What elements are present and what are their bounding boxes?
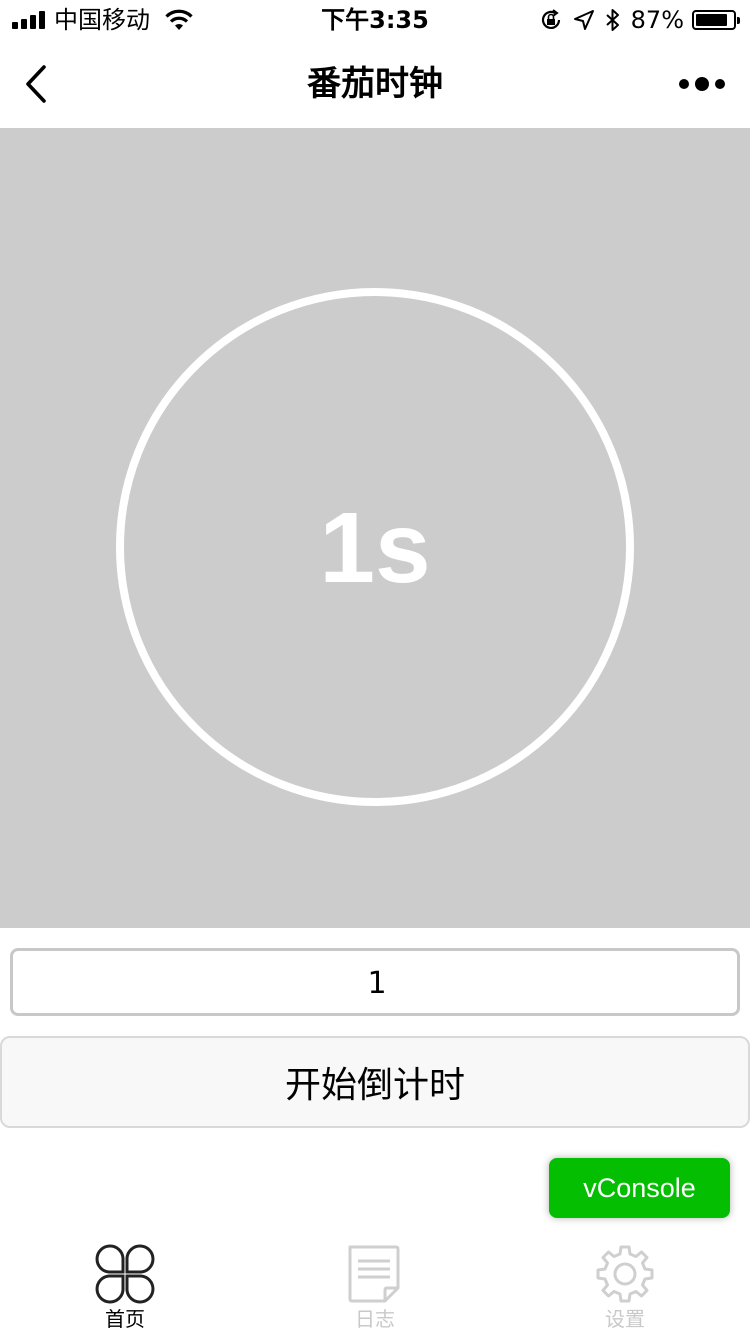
tab-log[interactable]: 日志 [250, 1238, 500, 1334]
page-title: 番茄时钟 [307, 64, 443, 104]
location-icon [573, 10, 594, 30]
status-bar: 中国移动 下午3:35 87% [0, 0, 750, 40]
tab-bar: 首页 日志 设置 [0, 1238, 750, 1334]
seconds-input[interactable] [13, 951, 741, 1015]
start-countdown-button[interactable]: 开始倒计时 [0, 1036, 750, 1128]
bluetooth-icon [605, 9, 619, 31]
seconds-field [10, 948, 741, 1016]
rotation-lock-icon [541, 9, 560, 29]
more-button[interactable] [672, 68, 732, 100]
gear-icon [596, 1245, 654, 1303]
tab-settings-label: 设置 [605, 1307, 645, 1331]
battery-fill [696, 14, 727, 26]
countdown-display: 1s [319, 492, 431, 604]
more-dots-icon [679, 77, 725, 91]
battery-icon [692, 10, 740, 30]
tab-settings[interactable]: 设置 [500, 1238, 750, 1334]
timer-panel: 1s [0, 128, 750, 928]
vconsole-button[interactable]: vConsole [549, 1158, 730, 1218]
tab-log-label: 日志 [355, 1307, 395, 1331]
battery-percent: 87% [630, 6, 684, 34]
tab-home-label: 首页 [105, 1307, 145, 1331]
status-right-group: 87% [539, 4, 740, 36]
tab-home[interactable]: 首页 [0, 1238, 250, 1334]
navigation-bar: 番茄时钟 [0, 40, 750, 128]
clover-icon [95, 1244, 155, 1304]
document-icon [348, 1245, 400, 1303]
